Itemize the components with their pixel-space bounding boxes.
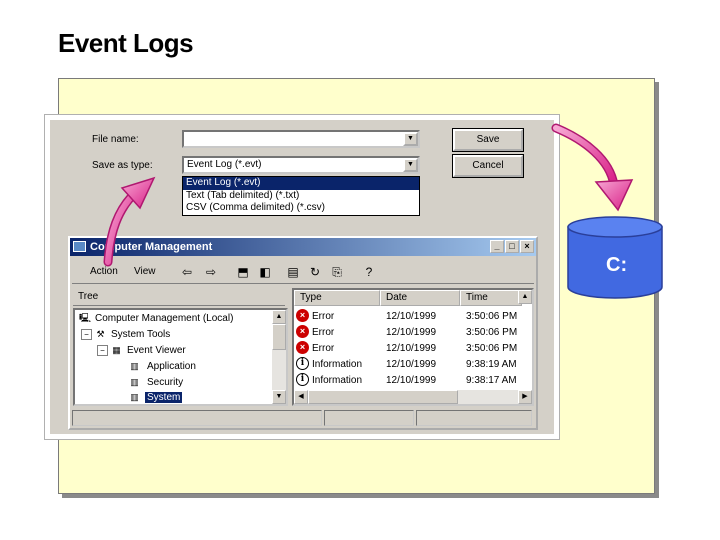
- save-as-type-value: Event Log (*.evt): [187, 159, 262, 170]
- event-time: 3:50:06 PM: [466, 327, 518, 338]
- save-button[interactable]: Save: [452, 128, 524, 152]
- toolbar: Action View ⇦ ⇨ ⬒ ◧ ▤ ↻ ⎘ ?: [72, 260, 534, 284]
- event-date: 12/10/1999: [386, 327, 437, 338]
- log-icon: ▥: [130, 361, 139, 371]
- event-viewer-icon: ▦: [112, 345, 121, 355]
- event-time: 9:38:19 AM: [466, 359, 517, 370]
- minimize-button[interactable]: _: [490, 240, 504, 253]
- type-option-txt[interactable]: Text (Tab delimited) (*.txt): [183, 190, 419, 203]
- export-list-icon[interactable]: ⎘: [328, 263, 346, 281]
- list-hscrollbar[interactable]: ◀ ▶: [294, 390, 532, 404]
- error-icon: ×: [296, 325, 309, 338]
- event-type: Error: [312, 327, 335, 338]
- information-icon: i: [296, 373, 309, 386]
- computer-icon: 🖳: [79, 313, 92, 323]
- scroll-thumb[interactable]: [272, 324, 286, 350]
- file-name-label: File name:: [92, 134, 139, 145]
- scroll-up-icon[interactable]: ▲: [518, 290, 532, 304]
- up-folder-icon[interactable]: ⬒: [234, 263, 252, 281]
- file-name-field[interactable]: ▼: [182, 130, 420, 148]
- type-option-evt[interactable]: Event Log (*.evt): [183, 177, 419, 190]
- scroll-right-icon[interactable]: ▶: [518, 390, 532, 404]
- save-as-type-dropdown: Event Log (*.evt) Text (Tab delimited) (…: [182, 176, 420, 216]
- disk-label: C:: [606, 254, 628, 276]
- tree-item-security[interactable]: Security: [147, 377, 183, 388]
- scroll-thumb[interactable]: [308, 390, 458, 404]
- computer-icon: [73, 241, 86, 252]
- tree-item-computer-management[interactable]: Computer Management (Local): [95, 313, 233, 324]
- tools-icon: ⚒: [96, 329, 105, 339]
- status-segment: [324, 410, 414, 426]
- information-icon: i: [296, 357, 309, 370]
- back-icon[interactable]: ⇦: [178, 263, 196, 281]
- event-type: Information: [312, 375, 363, 386]
- chevron-down-icon: ▼: [407, 135, 414, 142]
- event-time: 3:50:06 PM: [466, 311, 518, 322]
- chevron-down-icon: ▼: [407, 161, 414, 168]
- log-icon: ▥: [130, 392, 139, 402]
- column-header-type[interactable]: Type: [294, 290, 380, 306]
- help-icon[interactable]: ?: [360, 263, 378, 281]
- type-option-csv[interactable]: CSV (Comma delimited) (*.csv): [183, 202, 419, 215]
- event-time: 3:50:06 PM: [466, 343, 518, 354]
- cancel-button[interactable]: Cancel: [452, 154, 524, 178]
- forward-icon[interactable]: ⇨: [202, 263, 220, 281]
- log-icon: ▥: [130, 377, 139, 387]
- tree-item-system[interactable]: System: [145, 392, 183, 403]
- error-icon: ×: [296, 341, 309, 354]
- collapse-icon[interactable]: −: [81, 329, 92, 340]
- maximize-button[interactable]: □: [505, 240, 519, 253]
- event-date: 12/10/1999: [386, 375, 437, 386]
- menu-view[interactable]: View: [134, 266, 156, 277]
- tree-tab[interactable]: Tree: [73, 288, 285, 306]
- status-bar: [72, 410, 534, 426]
- tree-item-application[interactable]: Application: [147, 361, 196, 372]
- column-header-date[interactable]: Date: [380, 290, 460, 306]
- event-date: 12/10/1999: [386, 311, 437, 322]
- properties-icon[interactable]: ▤: [284, 263, 302, 281]
- scroll-up-icon[interactable]: ▲: [272, 310, 286, 324]
- close-button[interactable]: ×: [520, 240, 534, 253]
- refresh-icon[interactable]: ↻: [306, 263, 324, 281]
- tree-item-system-tools[interactable]: System Tools: [111, 329, 170, 340]
- event-type: Information: [312, 359, 363, 370]
- error-icon: ×: [296, 309, 309, 322]
- show-tree-icon[interactable]: ◧: [256, 263, 274, 281]
- status-segment: [416, 410, 532, 426]
- status-segment: [72, 410, 322, 426]
- event-type: Error: [312, 343, 335, 354]
- menu-action[interactable]: Action: [90, 266, 118, 277]
- save-as-type-select[interactable]: Event Log (*.evt) ▼: [182, 156, 420, 174]
- window-title: Computer Management: [90, 241, 213, 253]
- collapse-icon[interactable]: −: [97, 345, 108, 356]
- column-header-time[interactable]: Time: [460, 290, 522, 306]
- tree-item-event-viewer[interactable]: Event Viewer: [127, 345, 186, 356]
- event-date: 12/10/1999: [386, 359, 437, 370]
- event-list-pane: Type Date Time ▲ × Error 12/10/1999 3:50…: [292, 288, 534, 406]
- event-date: 12/10/1999: [386, 343, 437, 354]
- computer-management-window: Computer Management _ □ × Action View ⇦ …: [68, 236, 538, 430]
- event-time: 9:38:17 AM: [466, 375, 517, 386]
- save-as-type-dropdown-button[interactable]: ▼: [403, 158, 418, 172]
- file-name-dropdown-button[interactable]: ▼: [403, 132, 418, 146]
- scroll-left-icon[interactable]: ◀: [294, 390, 308, 404]
- scroll-down-icon[interactable]: ▼: [272, 390, 286, 404]
- tree-pane: 🖳 Computer Management (Local) − ⚒ System…: [73, 308, 288, 406]
- event-type: Error: [312, 311, 335, 322]
- window-titlebar[interactable]: Computer Management _ □ ×: [70, 238, 536, 256]
- slide-title: Event Logs: [58, 28, 194, 58]
- save-as-type-label: Save as type:: [92, 160, 153, 171]
- tree-scrollbar[interactable]: ▲ ▼: [272, 310, 286, 404]
